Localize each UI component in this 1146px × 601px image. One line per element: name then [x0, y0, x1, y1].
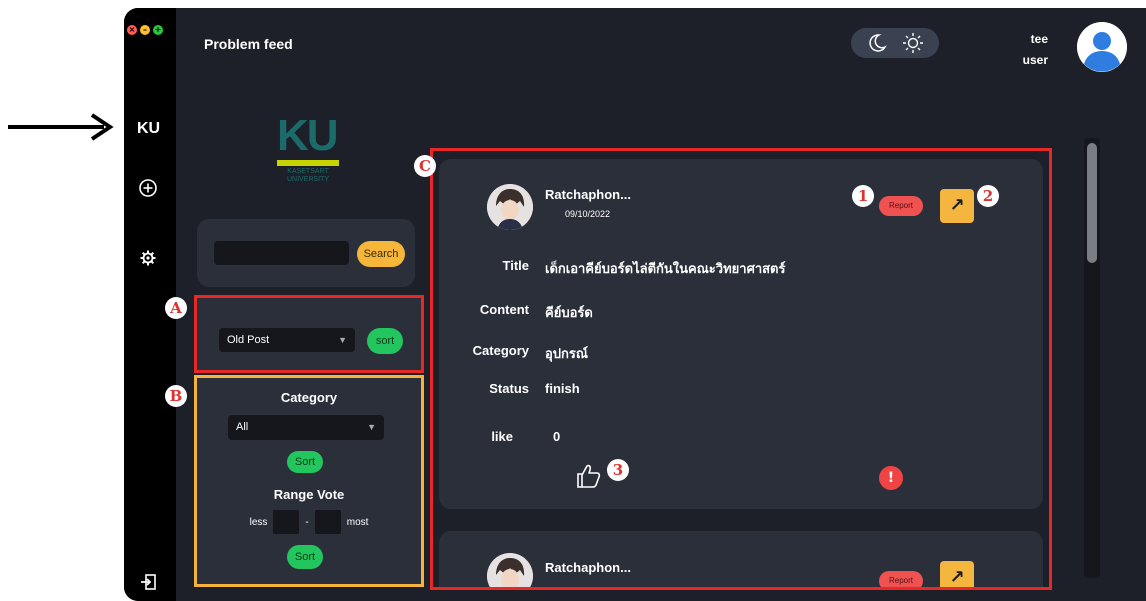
user-role: user — [1022, 53, 1048, 67]
post-card: Ratchaphon... 09/10/2022 Report ↗ Title … — [439, 159, 1043, 509]
sort-button[interactable]: sort — [367, 328, 403, 354]
ku-logo-bar — [277, 160, 339, 166]
filter-panel-body: Category All ▼ Sort Range Vote less - mo… — [197, 378, 421, 584]
annotation-badge-3: 3 — [607, 459, 629, 481]
chevron-down-icon: ▼ — [338, 335, 347, 345]
search-input[interactable] — [214, 241, 349, 265]
post-card: Ratchaphon... Report ↗ — [439, 531, 1043, 590]
range-min-label: less — [249, 516, 268, 528]
sidebar-logo[interactable]: KU — [137, 120, 160, 138]
range-min-input[interactable] — [273, 510, 300, 534]
scrollbar-thumb[interactable] — [1087, 143, 1097, 263]
range-vote-row: less - most — [197, 510, 421, 534]
annotation-badge-b: B — [165, 385, 187, 407]
feed-panel: Ratchaphon... 09/10/2022 Report ↗ Title … — [430, 148, 1052, 590]
sort-order-select[interactable]: Old Post ▼ — [219, 328, 355, 352]
title-label: Title — [502, 258, 530, 273]
logout-icon[interactable] — [140, 574, 156, 590]
filter-panel: Category All ▼ Sort Range Vote less - mo… — [194, 375, 424, 587]
sort-panel: Old Post ▼ sort — [194, 295, 424, 373]
alert-icon[interactable]: ! — [879, 466, 903, 490]
window-controls: × – + — [127, 25, 163, 35]
user-info: tee user — [1002, 29, 1048, 71]
sun-icon[interactable] — [902, 32, 924, 54]
sort-order-value: Old Post — [227, 334, 270, 346]
app-window: × – + KU Problem feed tee user KU KASETS… — [124, 8, 1146, 601]
add-icon[interactable] — [138, 178, 158, 198]
gear-icon[interactable] — [140, 250, 156, 266]
ku-logo-line2: UNIVERSITY — [286, 176, 329, 183]
range-max-label: most — [346, 516, 369, 528]
content-value: คีย์บอร์ด — [545, 305, 593, 320]
arrow-up-right-icon[interactable]: ↗ — [940, 189, 974, 223]
category-heading: Category — [280, 390, 338, 405]
category-value: อุปกรณ์ — [545, 346, 588, 361]
screenshot-root: × – + KU Problem feed tee user KU KASETS… — [0, 0, 1146, 601]
ku-logo-line1: KASETSART — [287, 168, 329, 175]
post-author-avatar[interactable] — [487, 553, 533, 590]
like-count: 0 — [553, 429, 561, 444]
category-value: All — [236, 421, 249, 433]
post-author-avatar[interactable] — [487, 184, 533, 230]
category-sort-button[interactable]: Sort — [287, 451, 323, 473]
minimize-window-button[interactable]: – — [140, 25, 150, 35]
title-value: เด็กเอาคีย์บอร์ดไล่ตีกันในคณะวิทยาศาสตร์ — [545, 261, 786, 276]
report-button[interactable]: Report — [879, 571, 923, 587]
page-title: Problem feed — [204, 36, 293, 52]
status-value: finish — [545, 381, 580, 396]
feed-scrollbar[interactable] — [1084, 138, 1100, 578]
user-name: tee — [1030, 32, 1048, 46]
annotation-badge-a: A — [165, 297, 187, 319]
post-date: 09/10/2022 — [565, 209, 611, 219]
search-button[interactable]: Search — [357, 241, 405, 267]
range-separator: - — [305, 516, 309, 528]
content-label: Content — [479, 302, 529, 317]
annotation-arrow — [8, 113, 114, 141]
ku-logo-letters: KU — [277, 111, 339, 160]
category-select[interactable]: All ▼ — [228, 415, 384, 440]
arrow-up-right-icon[interactable]: ↗ — [940, 561, 974, 587]
range-max-input[interactable] — [314, 510, 341, 534]
post-author[interactable]: Ratchaphon... — [545, 560, 631, 575]
ku-logo: KU KASETSART UNIVERSITY — [277, 114, 341, 204]
maximize-window-button[interactable]: + — [153, 25, 163, 35]
range-sort-button[interactable]: Sort — [287, 545, 323, 569]
annotation-badge-c: C — [414, 155, 436, 177]
range-vote-heading: Range Vote — [273, 487, 345, 502]
post-author[interactable]: Ratchaphon... — [545, 187, 631, 202]
search-panel: Search — [197, 219, 415, 287]
annotation-badge-1: 1 — [852, 185, 874, 207]
user-avatar[interactable] — [1077, 22, 1127, 72]
thumbs-up-icon[interactable] — [574, 462, 602, 490]
close-window-button[interactable]: × — [127, 25, 137, 35]
theme-toggle[interactable] — [851, 28, 939, 58]
like-label: like — [491, 429, 513, 444]
category-label: Category — [472, 343, 529, 358]
moon-icon[interactable] — [867, 33, 887, 53]
report-button[interactable]: Report — [879, 196, 923, 216]
chevron-down-icon: ▼ — [367, 422, 376, 432]
status-label: Status — [489, 381, 529, 396]
annotation-badge-2: 2 — [977, 185, 999, 207]
sort-panel-body: Old Post ▼ sort — [197, 298, 421, 370]
